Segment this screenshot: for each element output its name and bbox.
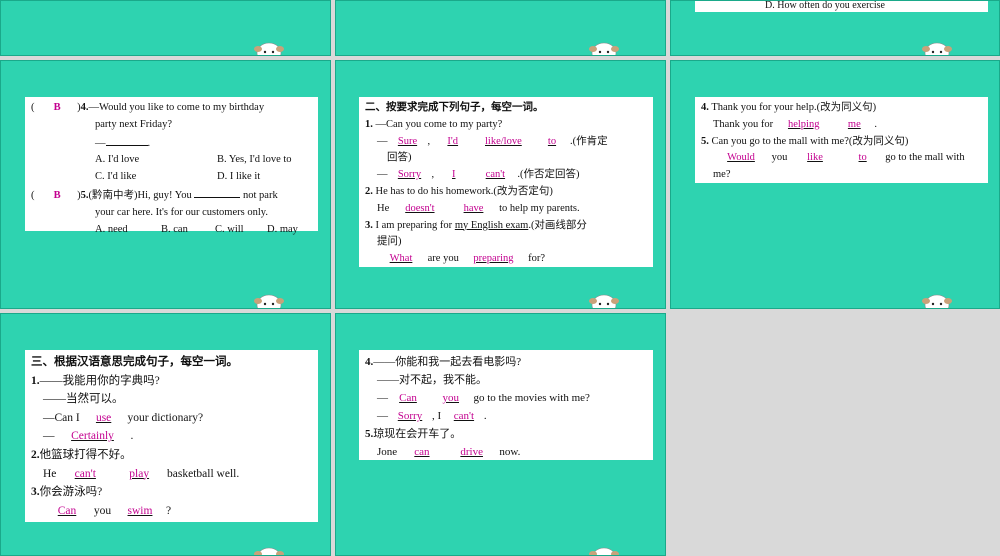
question-4-cn: 4.——你能和我一起去看电影吗? [365, 356, 522, 368]
question-2-answer: He can't play basketball well. [43, 467, 240, 480]
slide-5: 二、按要求完成下列句子，每空一词。 1. —Can you come to my… [335, 60, 666, 309]
question-5-line1: ( B)5.(黔南中考)Hi, guy! You not park [31, 186, 312, 205]
answer-choice: B [53, 102, 61, 113]
question-1-stem: 1. —Can you come to my party? [365, 118, 503, 130]
question-5-cn: 5.琼现在会开车了。 [365, 428, 462, 440]
slide-1 [0, 0, 331, 56]
options-ab: A. I'd love B. Yes, I'd love to [95, 154, 292, 166]
question-card: 4. Thank you for your help.(改为同义句) Thank… [695, 97, 988, 183]
question-5-answer: Would you like to go to the mall with [727, 152, 965, 164]
question-1-answer-negative: — Sorry, I can't .(作否定回答) [377, 169, 580, 181]
question-1-answer: —Can I use your dictionary? [43, 411, 204, 424]
sheep-mascot-icon [922, 294, 952, 308]
sheep-mascot-icon [254, 42, 284, 55]
option-d: D. How often do you exercise [765, 0, 885, 11]
options-abcd: A. need B. can C. will D. may [95, 223, 298, 235]
question-card: 三、根据汉语意思完成句子，每空一词。 1.——我能用你的字典吗? ——当然可以。… [25, 350, 318, 522]
question-4-answer: Thank you for helping me. [713, 118, 877, 130]
slide-7: 三、根据汉语意思完成句子，每空一词。 1.——我能用你的字典吗? ——当然可以。… [0, 313, 331, 556]
question-3-answer: Can you swim? [57, 504, 172, 517]
question-1-answer-b: — Certainly. [43, 430, 134, 443]
sheep-mascot-icon [254, 547, 284, 555]
answer-choice: B [53, 189, 61, 201]
slide-3: D. How often do you exercise [670, 0, 1000, 56]
slide-4: ( B)4.—Would you like to come to my birt… [0, 60, 331, 309]
question-card: 4.——你能和我一起去看电影吗? ——对不起，我不能。 — Can you go … [359, 350, 653, 460]
question-3-answer: What are you preparing for? [389, 253, 545, 265]
question-4-line2: party next Friday? [95, 118, 172, 130]
question-2-stem: 2. He has to do his homework.(改为否定句) [365, 185, 553, 197]
question-1-note: 回答) [387, 152, 412, 164]
question-5-stem: 5. Can you go to the mall with me?(改为同义句… [701, 135, 909, 147]
question-4-answer-b: — Sorry, I can't. [377, 410, 487, 422]
slide-2 [335, 0, 666, 56]
question-3-cn: 3.你会游泳吗? [31, 486, 103, 499]
sheep-mascot-icon [589, 294, 619, 308]
question-4-stem: 4. Thank you for your help.(改为同义句) [701, 102, 877, 113]
question-1-cn: 1.——我能用你的字典吗? [31, 374, 160, 387]
question-4-blank: —. [31, 134, 312, 153]
question-2-cn: 2.他篮球打得不好。 [31, 448, 132, 461]
question-card: D. How often do you exercise [695, 1, 988, 12]
section-heading: 三、根据汉语意思完成句子，每空一词。 [31, 356, 238, 368]
slide-8: 4.——你能和我一起去看电影吗? ——对不起，我不能。 — Can you go … [335, 313, 666, 556]
question-4-cn2: ——对不起，我不能。 [377, 374, 487, 386]
question-5-line2: your car here. It's for our customers on… [95, 206, 268, 218]
question-1-cn2: ——当然可以。 [43, 393, 124, 406]
slide-6: 4. Thank you for your help.(改为同义句) Thank… [670, 60, 1000, 309]
sheep-mascot-icon [589, 42, 619, 55]
sheep-mascot-icon [589, 547, 619, 555]
section-heading: 二、按要求完成下列句子，每空一词。 [365, 102, 544, 113]
question-4-line1: ( B)4.—Would you like to come to my birt… [31, 100, 312, 117]
question-2-answer: He doesn't have to help my parents. [377, 202, 580, 214]
question-card: ( B)4.—Would you like to come to my birt… [25, 97, 318, 235]
options-cd: C. I'd like D. I like it [95, 171, 261, 183]
question-1-answer-positive: — Sure, I'd like/love to .(作肯定 [377, 135, 608, 147]
question-card: 二、按要求完成下列句子，每空一词。 1. —Can you come to my… [359, 97, 653, 267]
question-3-note: 提问) [377, 236, 402, 248]
sheep-mascot-icon [922, 42, 952, 55]
question-5-answer: Jone can drive now. [377, 446, 521, 458]
question-5-tail: me? [713, 169, 731, 181]
sheep-mascot-icon [254, 294, 284, 308]
question-3-stem: 3. I am preparing for my English exam.(对… [365, 219, 587, 231]
question-4-answer: — Can you go to the movies with me? [377, 392, 590, 404]
